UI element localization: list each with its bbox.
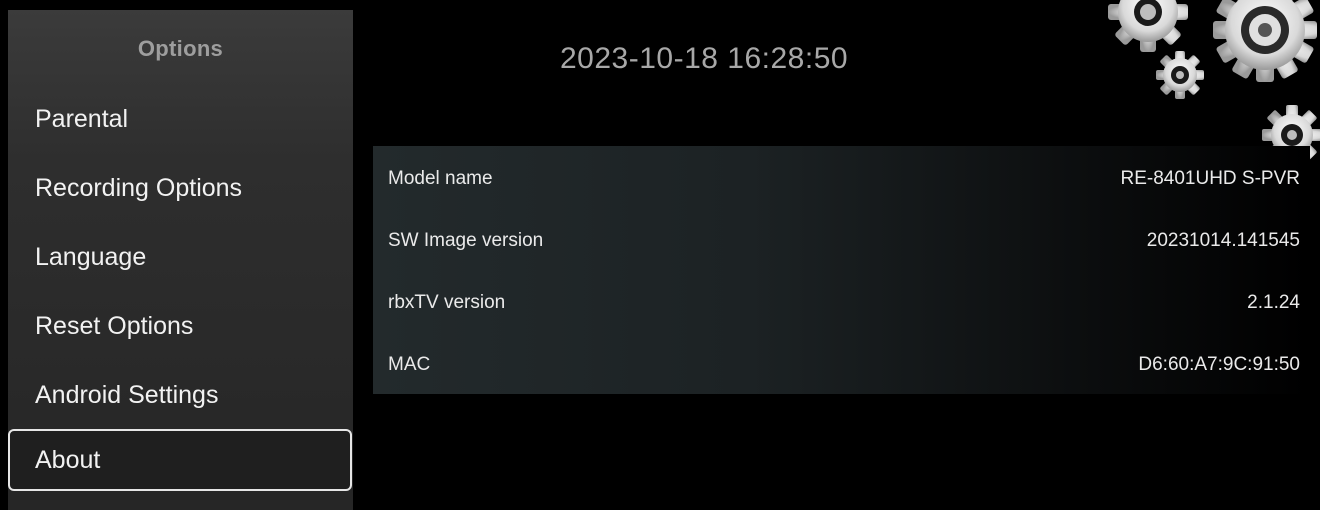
device-info-panel: Model name RE-8401UHD S-PVR SW Image ver… xyxy=(373,146,1310,394)
menu-item-recording-options[interactable]: Recording Options xyxy=(8,157,353,219)
info-label: SW Image version xyxy=(388,230,544,251)
info-row-sw-image-version: SW Image version 20231014.141545 xyxy=(373,230,1310,260)
gears-icon xyxy=(1080,0,1320,170)
menu-item-reset-options[interactable]: Reset Options xyxy=(8,295,353,357)
info-value: D6:60:A7:9C:91:50 xyxy=(1138,354,1300,375)
menu-item-label: About xyxy=(35,445,101,474)
info-row-rbxtv-version: rbxTV version 2.1.24 xyxy=(373,292,1310,322)
menu-item-label: Recording Options xyxy=(35,173,243,202)
menu-item-label: Parental xyxy=(35,104,129,133)
sidebar-title: Options xyxy=(137,36,224,61)
info-label: MAC xyxy=(388,354,431,375)
menu-item-label: Reset Options xyxy=(35,311,194,340)
info-value: 20231014.141545 xyxy=(1146,230,1300,251)
info-label: Model name xyxy=(388,168,493,189)
info-value: 2.1.24 xyxy=(1247,292,1300,313)
menu-item-label: Language xyxy=(35,242,147,271)
info-label: rbxTV version xyxy=(388,292,506,313)
info-value: RE-8401UHD S-PVR xyxy=(1120,168,1301,189)
info-row-model-name: Model name RE-8401UHD S-PVR xyxy=(373,168,1310,198)
menu-item-android-settings[interactable]: Android Settings xyxy=(8,364,353,426)
menu-item-language[interactable]: Language xyxy=(8,226,353,288)
menu-item-label: Android Settings xyxy=(35,380,219,409)
datetime-display: 2023-10-18 16:28:50 xyxy=(560,42,849,75)
sidebar: Options Parental Recording Options Langu… xyxy=(8,10,353,510)
info-row-mac: MAC D6:60:A7:9C:91:50 xyxy=(373,354,1310,384)
menu-item-about[interactable]: About xyxy=(8,429,352,491)
menu-item-parental[interactable]: Parental xyxy=(8,88,353,150)
